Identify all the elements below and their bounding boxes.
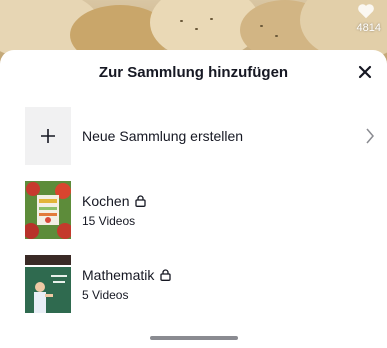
sesame-seed xyxy=(210,18,213,20)
sesame-seed xyxy=(275,35,278,37)
sesame-seed xyxy=(260,25,263,27)
collection-thumbnail xyxy=(25,255,71,313)
collection-video-count: 5 Videos xyxy=(82,288,129,302)
new-collection-row[interactable]: Neue Sammlung erstellen xyxy=(0,107,387,169)
home-indicator[interactable] xyxy=(150,336,238,340)
collection-video-count: 15 Videos xyxy=(82,214,136,228)
collection-item-kochen[interactable]: Kochen 15 Videos xyxy=(0,181,387,243)
sheet-title: Zur Sammlung hinzufügen xyxy=(98,64,289,81)
plus-icon xyxy=(41,129,55,143)
lock-icon xyxy=(135,195,147,207)
collection-thumbnail xyxy=(25,181,71,239)
chevron-right-icon xyxy=(366,128,374,144)
collection-item-mathematik[interactable]: Mathematik 5 Videos xyxy=(0,255,387,317)
add-to-collection-sheet: Zur Sammlung hinzufügen Neue Sammlung er… xyxy=(0,50,387,348)
lock-icon xyxy=(160,269,172,281)
heart-icon[interactable] xyxy=(357,3,375,19)
sesame-seed xyxy=(195,28,198,30)
sesame-seed xyxy=(180,20,183,22)
collection-name: Mathematik xyxy=(82,267,172,283)
new-collection-label: Neue Sammlung erstellen xyxy=(82,128,244,144)
close-icon[interactable] xyxy=(357,64,373,80)
like-count: 4814 xyxy=(356,22,381,34)
collection-name: Kochen xyxy=(82,193,147,209)
new-collection-thumb xyxy=(25,107,71,165)
